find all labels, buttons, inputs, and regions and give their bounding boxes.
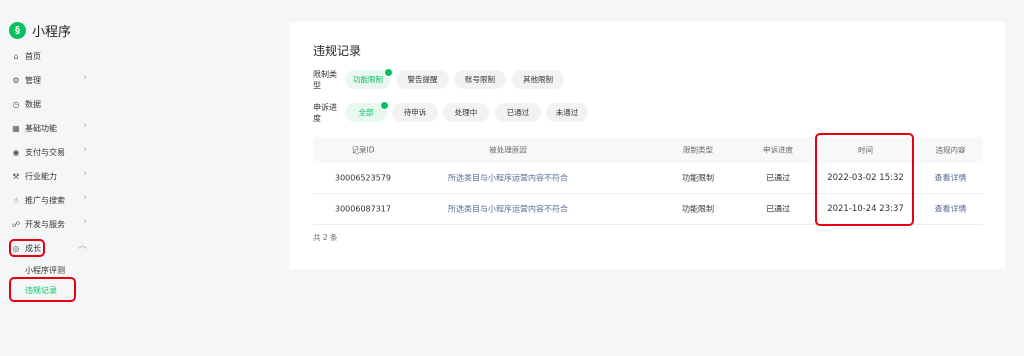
header-reason: 被处理原因 [489,145,527,155]
sidebar-item-label: 管理 [25,75,41,85]
sidebar-item-0[interactable]: ⌂ 首页 [11,48,101,64]
chevron-right-icon: › [83,169,87,179]
chip-rejected[interactable]: 未通过 [546,103,588,122]
sidebar-item-label: 基础功能 [25,123,57,133]
chip-all[interactable]: 全部 [345,101,389,122]
page-title: 违规记录 [313,44,362,58]
view-details-link[interactable]: 查看详情 [918,173,983,184]
chip-warning[interactable]: 警告提醒 [396,70,449,89]
sidebar: § 小程序 ⌂ 首页 ⚙ 管理 › ◷ 数据 ▦ 基础功能 › ◉ 支付与交易 › ⚒ 行业能力 › ☝ 推广与搜… [0,0,110,356]
sidebar-item-2[interactable]: ◷ 数据 [11,96,101,112]
chip-pending-appeal[interactable]: 待申诉 [392,103,438,122]
app-logo[interactable]: § 小程序 [9,21,71,40]
chevron-right-icon: › [83,193,87,203]
selected-dot-icon [380,101,389,110]
chip-account-restriction[interactable]: 账号限制 [454,70,506,89]
home-icon: ⌂ [13,51,19,61]
grid-icon: ▦ [12,123,20,133]
filter-label-appeal-progress: 申诉进度 [313,103,337,123]
sidebar-item-label: 数据 [25,99,41,109]
cell-record-id: 30006523579 [335,173,391,183]
cell-appeal-progress: 已通过 [766,204,790,214]
sidebar-item-label: 首页 [25,51,41,61]
sidebar-item-6[interactable]: ☝ 推广与搜索 › [11,192,101,208]
dev-icon: ☍ [11,219,21,229]
sidebar-sub-item-evaluation[interactable]: 小程序评测 [25,265,65,276]
view-details-link[interactable]: 查看详情 [918,204,983,215]
violation-records-highlight-box [9,277,76,302]
header-record-id: 记录ID [351,145,375,155]
total-count: 共 2 条 [313,233,338,242]
chip-other-restriction[interactable]: 其他限制 [512,70,564,89]
header-violation-content: 违规内容 [935,145,966,155]
clock-icon: ◷ [12,99,20,109]
cell-restriction-type: 功能限制 [682,173,714,183]
chevron-right-icon: › [83,121,87,131]
payment-icon: ◉ [12,147,20,157]
sidebar-item-label: 开发与服务 [25,219,65,229]
sidebar-item-label: 行业能力 [25,171,57,181]
sidebar-item-label: 支付与交易 [25,147,65,157]
sidebar-item-5[interactable]: ⚒ 行业能力 › [11,168,101,184]
filter-label-restriction-type: 限制类型 [313,70,337,90]
cell-reason-link[interactable]: 所选类目与小程序运营内容不符合 [433,173,583,184]
header-appeal-progress: 申诉进度 [763,145,793,155]
chevron-up-icon: ︿ [77,241,87,251]
cell-restriction-type: 功能限制 [682,204,714,214]
sidebar-item-3[interactable]: ▦ 基础功能 › [11,120,101,136]
sidebar-item-7[interactable]: ☍ 开发与服务 › [11,216,101,232]
header-restriction-type: 限制类型 [683,145,713,155]
app-name: 小程序 [32,25,72,40]
cell-reason-link[interactable]: 所选类目与小程序运营内容不符合 [433,204,583,215]
sidebar-item-label: 推广与搜索 [25,195,65,205]
time-column-highlight-box [815,133,914,226]
chevron-right-icon: › [83,217,87,227]
sidebar-item-4[interactable]: ◉ 支付与交易 › [11,144,101,160]
selected-dot-icon [384,68,393,77]
chip-processing[interactable]: 处理中 [443,103,489,122]
chip-approved[interactable]: 已通过 [495,103,541,122]
promote-icon: ☝ [13,195,19,205]
cell-record-id: 30006087317 [335,204,391,214]
sidebar-item-1[interactable]: ⚙ 管理 › [11,72,101,88]
chevron-right-icon: › [83,73,87,83]
chip-function-restriction[interactable]: 功能限制 [345,68,393,89]
gear-icon: ⚙ [12,75,20,85]
industry-icon: ⚒ [12,171,20,181]
chevron-right-icon: › [83,145,87,155]
mini-program-logo-icon: § [9,22,26,39]
growth-highlight-box [9,239,45,257]
cell-appeal-progress: 已通过 [766,173,790,183]
